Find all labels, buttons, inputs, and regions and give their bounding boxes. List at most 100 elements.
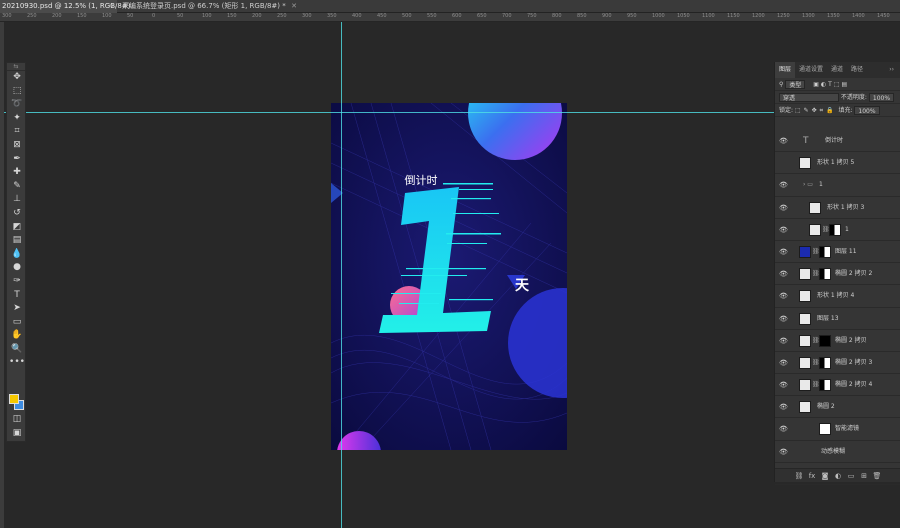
more-tools-icon[interactable]: ••• bbox=[7, 356, 27, 370]
visibility-eye-icon[interactable]: 👁 bbox=[779, 396, 789, 418]
layer-row[interactable]: 👁 ⛓ 椭圆 2 拷贝 2 bbox=[775, 263, 900, 286]
brush-icon[interactable]: ✎ bbox=[7, 180, 27, 194]
layer-thumbnail[interactable] bbox=[799, 334, 811, 347]
folder-icon[interactable]: › ▭ bbox=[803, 174, 813, 196]
visibility-eye-icon[interactable]: 👁 bbox=[779, 285, 789, 307]
layer-mask-thumbnail[interactable] bbox=[819, 356, 831, 369]
visibility-eye-icon[interactable]: 👁 bbox=[779, 330, 789, 352]
document-tab[interactable]: 采编系统登录页.psd @ 66.7% (矩形 1, RGB/8#) * ✕ bbox=[120, 0, 300, 13]
layer-row[interactable]: 👁 ⛓ 椭圆 2 拷贝 bbox=[775, 330, 900, 352]
path-selection-icon[interactable]: ➤ bbox=[7, 302, 27, 316]
type-icon[interactable]: T bbox=[7, 289, 27, 303]
zoom-icon[interactable]: 🔍 bbox=[7, 343, 27, 357]
layer-row[interactable]: 形状 1 拷贝 5 bbox=[775, 152, 900, 175]
visibility-eye-icon[interactable]: 👁 bbox=[779, 308, 789, 330]
layer-thumbnail[interactable] bbox=[799, 157, 811, 170]
screen-mode-icon[interactable]: ▣ bbox=[7, 427, 27, 441]
folder-icon[interactable]: ▭ bbox=[845, 469, 858, 483]
eraser-icon[interactable]: ◩ bbox=[7, 221, 27, 235]
trash-icon[interactable]: 🗑 bbox=[871, 469, 884, 483]
layer-row[interactable]: 👁 形状 1 拷贝 4 bbox=[775, 285, 900, 308]
new-layer-icon[interactable]: ⊞ bbox=[858, 469, 871, 483]
tab-channels[interactable]: 通道 bbox=[827, 62, 847, 78]
layer-thumbnail[interactable] bbox=[799, 312, 811, 325]
blend-mode-select[interactable]: 穿透 bbox=[779, 93, 839, 102]
dodge-icon[interactable]: ● bbox=[7, 261, 27, 275]
close-icon[interactable]: ✕ bbox=[291, 0, 297, 13]
layer-row[interactable]: 👁 ⛓ 椭圆 2 拷贝 4 bbox=[775, 374, 900, 397]
fill-input[interactable]: 100% bbox=[854, 106, 880, 115]
eyedropper-icon[interactable]: ✒ bbox=[7, 153, 27, 167]
visibility-eye-icon[interactable]: 👁 bbox=[779, 352, 789, 374]
move-icon[interactable]: ✥ bbox=[7, 71, 27, 85]
visibility-eye-icon[interactable]: 👁 bbox=[779, 130, 789, 152]
foreground-color-swatch[interactable] bbox=[9, 394, 19, 404]
clone-stamp-icon[interactable]: ⊥ bbox=[7, 193, 27, 207]
pen-icon[interactable]: ✑ bbox=[7, 275, 27, 289]
layer-row[interactable]: 👁 ⛓ 1 bbox=[775, 219, 900, 241]
opacity-input[interactable]: 100% bbox=[868, 93, 895, 102]
horizontal-guide[interactable] bbox=[4, 112, 774, 113]
visibility-eye-icon[interactable]: 👁 bbox=[779, 219, 789, 241]
panel-grip[interactable]: ⇆ bbox=[7, 63, 25, 71]
layer-mask-thumbnail[interactable] bbox=[819, 245, 831, 258]
layer-mask-thumbnail[interactable] bbox=[829, 223, 841, 236]
hand-icon[interactable]: ✋ bbox=[7, 329, 27, 343]
visibility-eye-icon[interactable]: 👁 bbox=[779, 418, 789, 440]
visibility-eye-icon[interactable]: 👁 bbox=[779, 263, 789, 285]
visibility-eye-icon[interactable]: 👁 bbox=[779, 174, 789, 196]
layer-row[interactable]: 👁 智能滤镜 bbox=[775, 418, 900, 441]
tab-paths[interactable]: 路径 bbox=[847, 62, 867, 78]
lock-icons[interactable]: ⬚✎✥⌗🔒 bbox=[795, 107, 837, 114]
layer-thumbnail[interactable] bbox=[799, 268, 811, 281]
collapse-panel-icon[interactable]: ›› bbox=[885, 62, 898, 78]
history-brush-icon[interactable]: ↺ bbox=[7, 207, 27, 221]
layer-row[interactable]: 👁 T 倒计时 bbox=[775, 130, 900, 153]
gradient-icon[interactable]: ▤ bbox=[7, 234, 27, 248]
link-icon[interactable]: ⛓ bbox=[793, 469, 806, 483]
horizontal-ruler[interactable]: 300 250 200 150 100 50 0 50 100 150 200 250 300 350 40… bbox=[0, 13, 900, 22]
layer-row[interactable]: 👁 动感模糊 bbox=[775, 441, 900, 463]
frame-icon[interactable]: ⊠ bbox=[7, 139, 27, 153]
fx-icon[interactable]: fx bbox=[806, 469, 819, 483]
visibility-eye-icon[interactable]: 👁 bbox=[779, 374, 789, 396]
filter-mask-thumbnail[interactable] bbox=[819, 423, 831, 436]
magic-wand-icon[interactable]: ✦ bbox=[7, 112, 27, 126]
document-tab-active[interactable]: 20210930.psd @ 12.5% (1, RGB/8#) ✕ bbox=[0, 0, 130, 13]
layer-row[interactable]: 👁 图层 13 bbox=[775, 308, 900, 330]
mask-icon[interactable]: ◙ bbox=[819, 469, 832, 483]
blur-icon[interactable]: 💧 bbox=[7, 248, 27, 262]
close-icon[interactable]: ✕ bbox=[108, 0, 114, 13]
layer-thumbnail[interactable] bbox=[799, 401, 811, 414]
healing-brush-icon[interactable]: ✚ bbox=[7, 166, 27, 180]
layer-row[interactable]: 👁 ⛓ 图层 11 bbox=[775, 241, 900, 264]
vertical-guide[interactable] bbox=[341, 22, 342, 528]
tab-layers[interactable]: 图层 bbox=[775, 62, 796, 78]
layer-thumbnail[interactable] bbox=[799, 290, 811, 303]
layer-row[interactable]: 👁 ⛓ 椭圆 2 拷贝 3 bbox=[775, 352, 900, 375]
layer-mask-thumbnail[interactable] bbox=[819, 334, 831, 347]
kind-filter-select[interactable]: 类型 bbox=[785, 80, 806, 89]
layer-row[interactable]: 👁 › ▭ 1 bbox=[775, 174, 900, 197]
lasso-icon[interactable]: ➰ bbox=[7, 98, 27, 112]
marquee-icon[interactable]: ⬚ bbox=[7, 85, 27, 99]
layer-mask-thumbnail[interactable] bbox=[819, 379, 831, 392]
layer-thumbnail[interactable] bbox=[799, 356, 811, 369]
document-canvas[interactable]: 倒计时 天 bbox=[331, 103, 567, 450]
filter-icons[interactable]: ▣◐T⬚▤ bbox=[813, 81, 849, 88]
visibility-eye-icon[interactable]: 👁 bbox=[779, 441, 789, 463]
layer-thumbnail[interactable] bbox=[799, 245, 811, 258]
layer-mask-thumbnail[interactable] bbox=[819, 268, 831, 281]
crop-icon[interactable]: ⌗ bbox=[7, 125, 27, 139]
layer-row[interactable]: 👁 形状 1 拷贝 3 bbox=[775, 197, 900, 219]
adjustment-icon[interactable]: ◐ bbox=[832, 469, 845, 483]
tab-channel-settings[interactable]: 通道设置 bbox=[795, 62, 827, 78]
layer-thumbnail[interactable] bbox=[799, 379, 811, 392]
layer-thumbnail[interactable] bbox=[809, 223, 821, 236]
rectangle-icon[interactable]: ▭ bbox=[7, 316, 27, 330]
visibility-eye-icon[interactable]: 👁 bbox=[779, 197, 789, 219]
quick-mask-icon[interactable]: ◫ bbox=[7, 413, 27, 427]
layer-row[interactable]: 👁 椭圆 2 bbox=[775, 396, 900, 419]
visibility-eye-icon[interactable]: 👁 bbox=[779, 241, 789, 263]
layer-thumbnail[interactable] bbox=[809, 201, 821, 214]
